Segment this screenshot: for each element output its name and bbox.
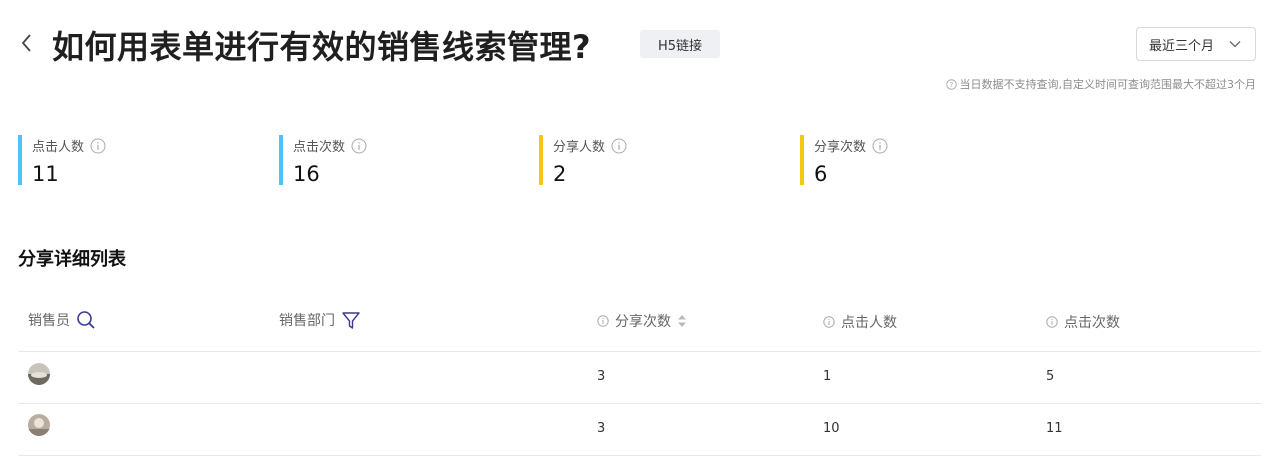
stat-value: 2: [553, 162, 567, 186]
info-icon: [1046, 316, 1058, 328]
stat-accent-bar: [18, 135, 22, 185]
stat-share-users: 分享人数 2: [539, 135, 739, 186]
h5-link-tag[interactable]: H5链接: [640, 30, 720, 58]
chevron-left-icon: [21, 34, 31, 52]
clicks-value: 11: [1046, 421, 1063, 436]
column-label: 点击人数: [841, 315, 897, 331]
column-label: 点击次数: [1064, 315, 1120, 331]
stat-accent-bar: [539, 135, 543, 185]
stat-value: 6: [814, 162, 828, 186]
info-icon[interactable]: [872, 138, 888, 154]
stat-value: 11: [32, 162, 59, 186]
column-header-department: 销售部门: [279, 310, 361, 330]
stat-label: 分享次数: [814, 140, 867, 155]
date-range-select[interactable]: 最近三个月: [1136, 27, 1256, 61]
chevron-down-icon: [1229, 41, 1241, 48]
stat-value: 16: [293, 162, 320, 186]
table-row[interactable]: 3 1 5: [18, 352, 1261, 403]
date-range-label: 最近三个月: [1149, 38, 1215, 54]
page-title: 如何用表单进行有效的销售线索管理?: [52, 28, 592, 66]
shares-value: 3: [597, 369, 606, 384]
stat-shares: 分享次数 6: [800, 135, 1000, 186]
share-list-title: 分享详细列表: [18, 249, 126, 270]
column-label: 销售部门: [279, 313, 335, 329]
column-header-salesperson: 销售员: [28, 310, 96, 330]
back-button[interactable]: [14, 28, 40, 58]
table-divider: [18, 455, 1261, 456]
table-row[interactable]: 3 10 11: [18, 404, 1261, 455]
stat-label: 点击次数: [293, 140, 346, 155]
stat-click-users: 点击人数 11: [18, 135, 218, 186]
column-header-clicks: 点击次数: [1046, 312, 1120, 332]
avatar: [28, 414, 50, 436]
info-icon: [597, 315, 609, 327]
query-notice: ? 当日数据不支持查询,自定义时间可查询范围最大不超过3个月: [945, 76, 1257, 92]
sort-icon[interactable]: [677, 314, 687, 328]
stat-accent-bar: [800, 135, 804, 185]
stat-label: 分享人数: [553, 140, 606, 155]
question-circle-icon: ?: [945, 78, 957, 90]
info-icon[interactable]: [351, 138, 367, 154]
search-icon[interactable]: [76, 310, 96, 330]
filter-icon[interactable]: [341, 310, 361, 330]
svg-text:?: ?: [949, 80, 953, 89]
column-header-shares[interactable]: 分享次数: [597, 311, 687, 331]
column-header-click-users: 点击人数: [823, 312, 897, 332]
stat-label: 点击人数: [32, 140, 85, 155]
column-label: 销售员: [28, 313, 70, 329]
stat-clicks: 点击次数 16: [279, 135, 479, 186]
clicks-value: 5: [1046, 369, 1055, 384]
click-users-value: 1: [823, 369, 832, 384]
info-icon: [823, 316, 835, 328]
info-icon[interactable]: [90, 138, 106, 154]
query-notice-text: 当日数据不支持查询,自定义时间可查询范围最大不超过3个月: [959, 78, 1257, 91]
avatar: [28, 363, 50, 385]
column-label: 分享次数: [615, 314, 671, 330]
stat-accent-bar: [279, 135, 283, 185]
click-users-value: 10: [823, 421, 840, 436]
info-icon[interactable]: [611, 138, 627, 154]
shares-value: 3: [597, 421, 606, 436]
